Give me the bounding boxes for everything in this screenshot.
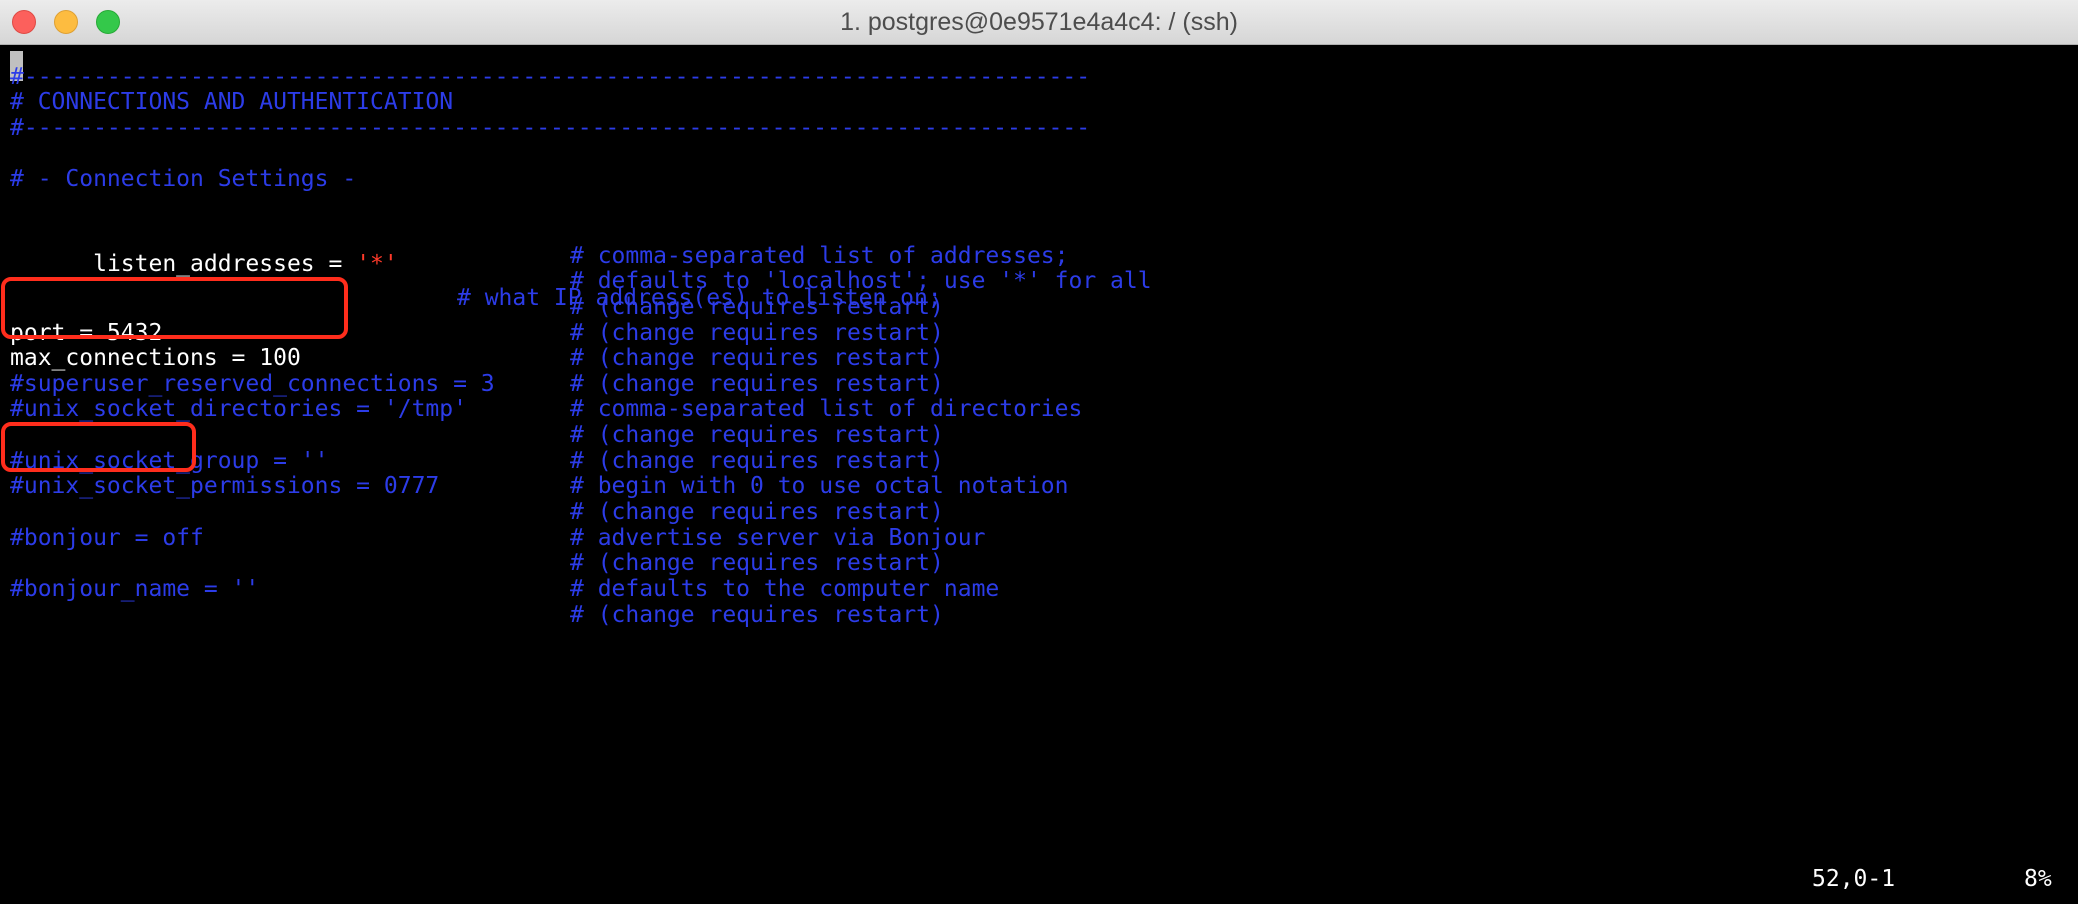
cursor-position-indicator: 52,0-1 (1812, 866, 1896, 892)
title-bar[interactable]: 1. postgres@0e9571e4a4c4: / (ssh) (0, 0, 2078, 45)
terminal-window: 1. postgres@0e9571e4a4c4: / (ssh) #-----… (0, 0, 2078, 904)
highlight-box-listen-addresses (1, 277, 348, 339)
config-line-unix-socket-directories: #unix_socket_directories = '/tmp' (10, 396, 467, 422)
config-line-bonjour-name: #bonjour_name = '' (10, 576, 260, 602)
scroll-percent-indicator: 8% (2024, 866, 2052, 892)
setting-value: '*' (356, 251, 398, 277)
terminal-content[interactable]: #---------------------------------------… (1, 45, 2070, 904)
comment-rule-line: #---------------------------------------… (10, 115, 1091, 141)
config-line-bonjour: #bonjour = off (10, 525, 204, 551)
subsection-heading-line: # - Connection Settings - (10, 166, 357, 192)
setting-key: listen_addresses = (93, 251, 357, 277)
comment-line: # (change requires restart) (570, 602, 944, 628)
highlight-box-port (1, 422, 196, 472)
window-title: 1. postgres@0e9571e4a4c4: / (ssh) (840, 8, 1238, 36)
config-line-unix-socket-permissions: #unix_socket_permissions = 0777 (10, 473, 440, 499)
